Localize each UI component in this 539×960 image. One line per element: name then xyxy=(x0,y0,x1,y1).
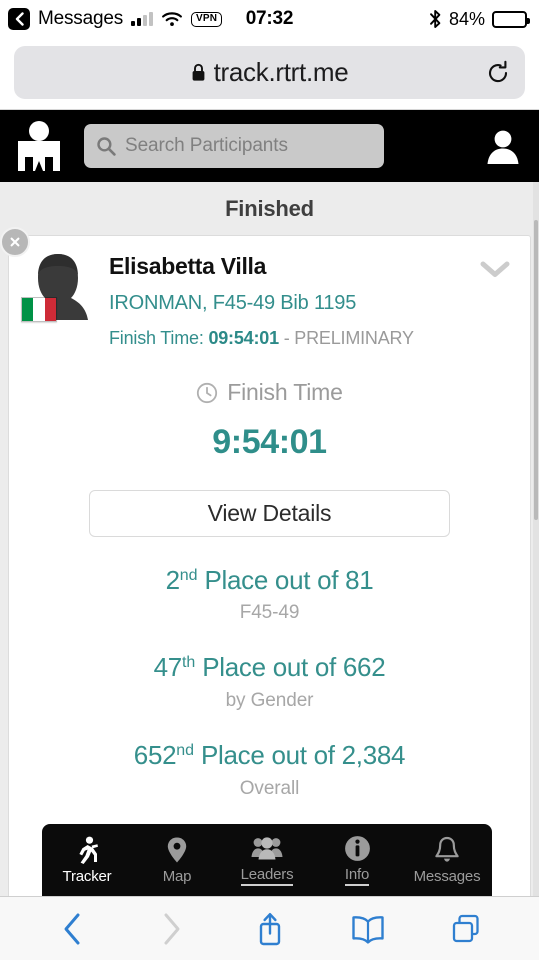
chevron-left-icon xyxy=(15,12,24,26)
athlete-result-card: Elisabetta Villa IRONMAN, F45-49 Bib 119… xyxy=(0,227,531,896)
browser-tabs-button[interactable] xyxy=(417,913,515,945)
browser-bookmarks-button[interactable] xyxy=(319,914,417,944)
finish-time-block: Finish Time 9:54:01 xyxy=(9,379,530,462)
italy-flag-badge xyxy=(21,297,57,322)
tab-tracker[interactable]: Tracker xyxy=(42,824,132,896)
placement-text: Place out of 81 xyxy=(204,564,374,595)
finish-time-label-group: Finish Time xyxy=(196,379,343,406)
placement-text: Place out of 2,384 xyxy=(201,739,406,770)
chevron-down-icon[interactable] xyxy=(478,258,512,280)
placement-suffix: nd xyxy=(176,741,195,759)
url-bar[interactable]: track.rtrt.me xyxy=(14,46,525,99)
placement-suffix: th xyxy=(181,654,196,672)
close-button[interactable] xyxy=(0,227,30,257)
athlete-info: Elisabetta Villa IRONMAN, F45-49 Bib 119… xyxy=(95,250,414,349)
map-pin-icon xyxy=(167,837,187,862)
bottom-tab-bar: Tracker Map Leaders Info Messages xyxy=(42,824,492,896)
status-bar-back-label: Messages xyxy=(38,8,123,29)
browser-url-bar-container: track.rtrt.me xyxy=(0,38,539,110)
finish-time-prefix: Finish Time: xyxy=(109,328,204,349)
book-icon xyxy=(352,915,384,944)
search-icon xyxy=(97,137,116,156)
athlete-finish-line: Finish Time: 09:54:01 - PRELIMINARY xyxy=(109,328,414,349)
placement-line: 2nd Place out of 81 xyxy=(9,564,530,595)
close-icon xyxy=(10,237,20,247)
tab-label: Map xyxy=(162,867,192,885)
vpn-badge: VPN xyxy=(191,11,223,27)
athlete-name: Elisabetta Villa xyxy=(109,253,267,279)
url-display: track.rtrt.me xyxy=(191,57,349,88)
battery-percent-label: 84% xyxy=(448,8,485,29)
phone-screen: Messages VPN 07:32 84% track.rtrt.me Sea… xyxy=(0,0,539,960)
status-bar: Messages VPN 07:32 84% xyxy=(0,0,539,38)
cellular-signal-icon xyxy=(131,12,153,26)
people-icon xyxy=(251,837,283,860)
browser-back-button[interactable] xyxy=(24,912,122,946)
lock-icon xyxy=(192,63,205,81)
chevron-left-icon xyxy=(64,913,80,944)
view-details-button[interactable]: View Details xyxy=(89,489,450,537)
chevron-right-icon xyxy=(164,913,180,944)
avatar xyxy=(21,250,95,326)
athlete-summary: Elisabetta Villa IRONMAN, F45-49 Bib 119… xyxy=(9,236,530,349)
placement-subtitle: Overall xyxy=(239,777,300,799)
bell-icon xyxy=(435,836,459,862)
tab-map[interactable]: Map xyxy=(132,824,222,896)
info-circle-icon xyxy=(344,835,370,861)
placement-subtitle: by Gender xyxy=(225,689,314,711)
browser-share-button[interactable] xyxy=(220,911,318,947)
ironman-mdot-logo-icon[interactable] xyxy=(16,121,62,171)
finish-time-big: 9:54:01 xyxy=(212,422,327,461)
runner-icon xyxy=(79,836,98,864)
status-bar-left: Messages VPN xyxy=(8,8,223,30)
share-icon xyxy=(259,912,280,945)
tab-label: Leaders xyxy=(240,866,294,886)
finish-time-label: Finish Time xyxy=(227,379,343,406)
browser-toolbar xyxy=(0,896,539,960)
placement-rank: 652 xyxy=(133,739,177,770)
url-text: track.rtrt.me xyxy=(213,57,349,87)
page-scrollbar[interactable] xyxy=(533,182,539,896)
placement-line: 47th Place out of 662 xyxy=(9,653,530,682)
browser-forward-button[interactable] xyxy=(122,912,220,946)
battery-icon xyxy=(492,10,530,28)
placement-overall: 652nd Place out of 2,384 Overall xyxy=(9,741,530,800)
placement-division: 2nd Place out of 81 F45-49 xyxy=(9,564,530,625)
tab-label: Messages xyxy=(413,867,481,885)
tab-messages[interactable]: Messages xyxy=(402,824,492,896)
placement-rank: 47 xyxy=(153,652,183,683)
section-title: Finished xyxy=(225,196,314,221)
finish-time-status: - PRELIMINARY xyxy=(283,328,414,349)
placement-subtitle: F45-49 xyxy=(239,602,300,624)
athlete-details[interactable]: IRONMAN, F45-49 Bib 1195 xyxy=(109,292,414,315)
app-header: Search Participants xyxy=(0,110,539,182)
person-icon[interactable] xyxy=(483,126,523,166)
bluetooth-icon xyxy=(430,10,441,28)
wifi-icon xyxy=(162,12,182,27)
reload-icon xyxy=(488,60,508,82)
tab-leaders[interactable]: Leaders xyxy=(222,824,312,896)
placement-text: Place out of 662 xyxy=(202,652,386,683)
search-input[interactable]: Search Participants xyxy=(84,124,384,168)
reload-button[interactable] xyxy=(485,60,511,86)
tab-label: Tracker xyxy=(62,867,112,885)
placement-line: 652nd Place out of 2,384 xyxy=(9,741,530,770)
placement-gender: 47th Place out of 662 by Gender xyxy=(9,653,530,712)
status-bar-right: 84% xyxy=(429,8,530,30)
finish-time-value: 09:54:01 xyxy=(208,328,279,349)
page-content: Finished Elisabetta Villa IRONMAN, F45-4… xyxy=(0,182,539,896)
tab-label: Info xyxy=(344,866,369,886)
tabs-icon xyxy=(452,914,479,942)
clock-icon xyxy=(197,382,218,403)
status-bar-back-button[interactable] xyxy=(8,8,30,30)
placement-rank: 2 xyxy=(165,564,180,595)
placement-suffix: nd xyxy=(179,566,198,584)
tab-info[interactable]: Info xyxy=(312,824,402,896)
search-placeholder: Search Participants xyxy=(125,135,288,156)
